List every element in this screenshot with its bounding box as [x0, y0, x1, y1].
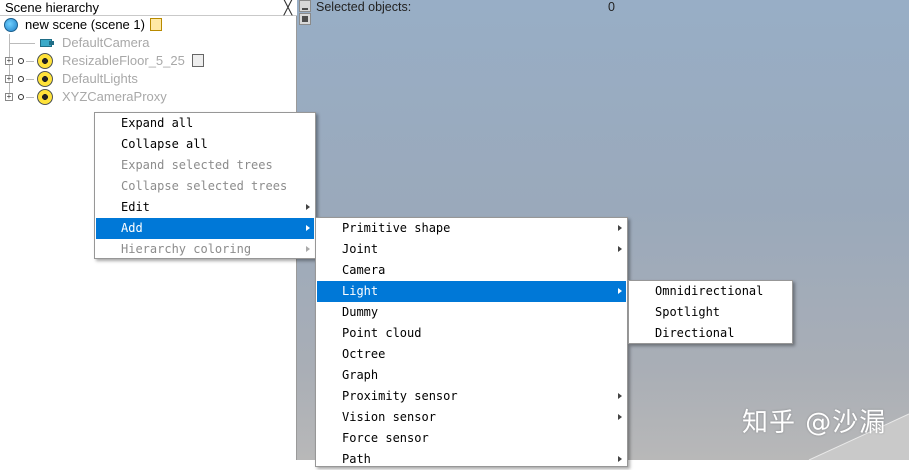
menu-item-light[interactable]: Light	[317, 281, 626, 302]
selected-objects-count: 0	[608, 0, 615, 14]
submenu-arrow-icon	[306, 204, 310, 210]
stop-icon[interactable]	[299, 13, 311, 25]
collapse-info-icon[interactable]	[299, 0, 311, 12]
menu-item-hierarchy-coloring[interactable]: Hierarchy coloring	[96, 239, 314, 260]
menu-item-dummy[interactable]: Dummy	[317, 302, 626, 323]
menu-item-force-sensor[interactable]: Force sensor	[317, 428, 626, 449]
menu-item-add[interactable]: Add	[96, 218, 314, 239]
tree-root-label: new scene (scene 1)	[25, 17, 145, 32]
globe-icon	[4, 18, 18, 32]
visibility-dot-icon	[18, 76, 24, 82]
expand-toggle-icon[interactable]: +	[5, 57, 13, 65]
viewport-info-bar: Selected objects: 0	[297, 0, 909, 25]
dummy-icon	[37, 89, 53, 105]
menu-item-camera[interactable]: Camera	[317, 260, 626, 281]
hierarchy-context-menu: Expand all Collapse all Expand selected …	[94, 112, 316, 259]
tree-line	[26, 97, 34, 98]
menu-item-directional[interactable]: Directional	[630, 323, 791, 344]
submenu-arrow-icon	[618, 393, 622, 399]
tree-node-label: XYZCameraProxy	[62, 89, 167, 104]
add-submenu: Primitive shape Joint Camera Light Dummy…	[315, 217, 628, 467]
dummy-icon	[37, 71, 53, 87]
menu-item-collapse-selected-trees[interactable]: Collapse selected trees	[96, 176, 314, 197]
tree-node-defaultcamera[interactable]: DefaultCamera	[0, 34, 200, 52]
submenu-arrow-icon	[306, 246, 310, 252]
tree-node-defaultlights[interactable]: + DefaultLights	[0, 70, 200, 88]
tree-line	[9, 43, 35, 44]
menu-item-collapse-all[interactable]: Collapse all	[96, 134, 314, 155]
scene-file-icon[interactable]	[150, 18, 162, 31]
visibility-dot-icon	[18, 94, 24, 100]
selected-objects-label: Selected objects:	[316, 0, 412, 14]
submenu-arrow-icon	[618, 414, 622, 420]
expand-toggle-icon[interactable]: +	[5, 93, 13, 101]
tree-node-resizablefloor[interactable]: + ResizableFloor_5_25	[0, 52, 230, 70]
menu-item-joint[interactable]: Joint	[317, 239, 626, 260]
menu-item-primitive-shape[interactable]: Primitive shape	[317, 218, 626, 239]
panel-title: Scene hierarchy	[5, 0, 99, 15]
menu-item-expand-selected-trees[interactable]: Expand selected trees	[96, 155, 314, 176]
menu-item-octree[interactable]: Octree	[317, 344, 626, 365]
menu-item-expand-all[interactable]: Expand all	[96, 113, 314, 134]
submenu-arrow-icon	[306, 225, 310, 231]
tree-root-scene[interactable]: new scene (scene 1)	[0, 16, 200, 34]
menu-item-proximity-sensor[interactable]: Proximity sensor	[317, 386, 626, 407]
watermark-text: 知乎 @沙漏	[742, 408, 887, 438]
tree-line	[26, 61, 34, 62]
tree-node-label: ResizableFloor_5_25	[62, 53, 185, 68]
close-icon[interactable]: ╳	[281, 0, 295, 14]
light-submenu: Omnidirectional Spotlight Directional	[628, 280, 793, 344]
tree-line	[26, 79, 34, 80]
script-icon[interactable]	[192, 54, 204, 67]
menu-item-graph[interactable]: Graph	[317, 365, 626, 386]
menu-item-spotlight[interactable]: Spotlight	[630, 302, 791, 323]
expand-toggle-icon[interactable]: +	[5, 75, 13, 83]
menu-item-edit[interactable]: Edit	[96, 197, 314, 218]
menu-item-point-cloud[interactable]: Point cloud	[317, 323, 626, 344]
submenu-arrow-icon	[618, 225, 622, 231]
submenu-arrow-icon	[618, 456, 622, 462]
tree-node-label: DefaultCamera	[62, 35, 150, 50]
menu-item-vision-sensor[interactable]: Vision sensor	[317, 407, 626, 428]
shape-icon	[37, 53, 53, 69]
tree-node-label: DefaultLights	[62, 71, 138, 86]
camera-icon	[38, 36, 54, 50]
menu-item-omnidirectional[interactable]: Omnidirectional	[630, 281, 791, 302]
visibility-dot-icon	[18, 58, 24, 64]
tree-node-xyzcameraproxy[interactable]: + XYZCameraProxy	[0, 88, 200, 106]
submenu-arrow-icon	[618, 288, 622, 294]
submenu-arrow-icon	[618, 246, 622, 252]
panel-header: Scene hierarchy ╳	[0, 0, 297, 16]
